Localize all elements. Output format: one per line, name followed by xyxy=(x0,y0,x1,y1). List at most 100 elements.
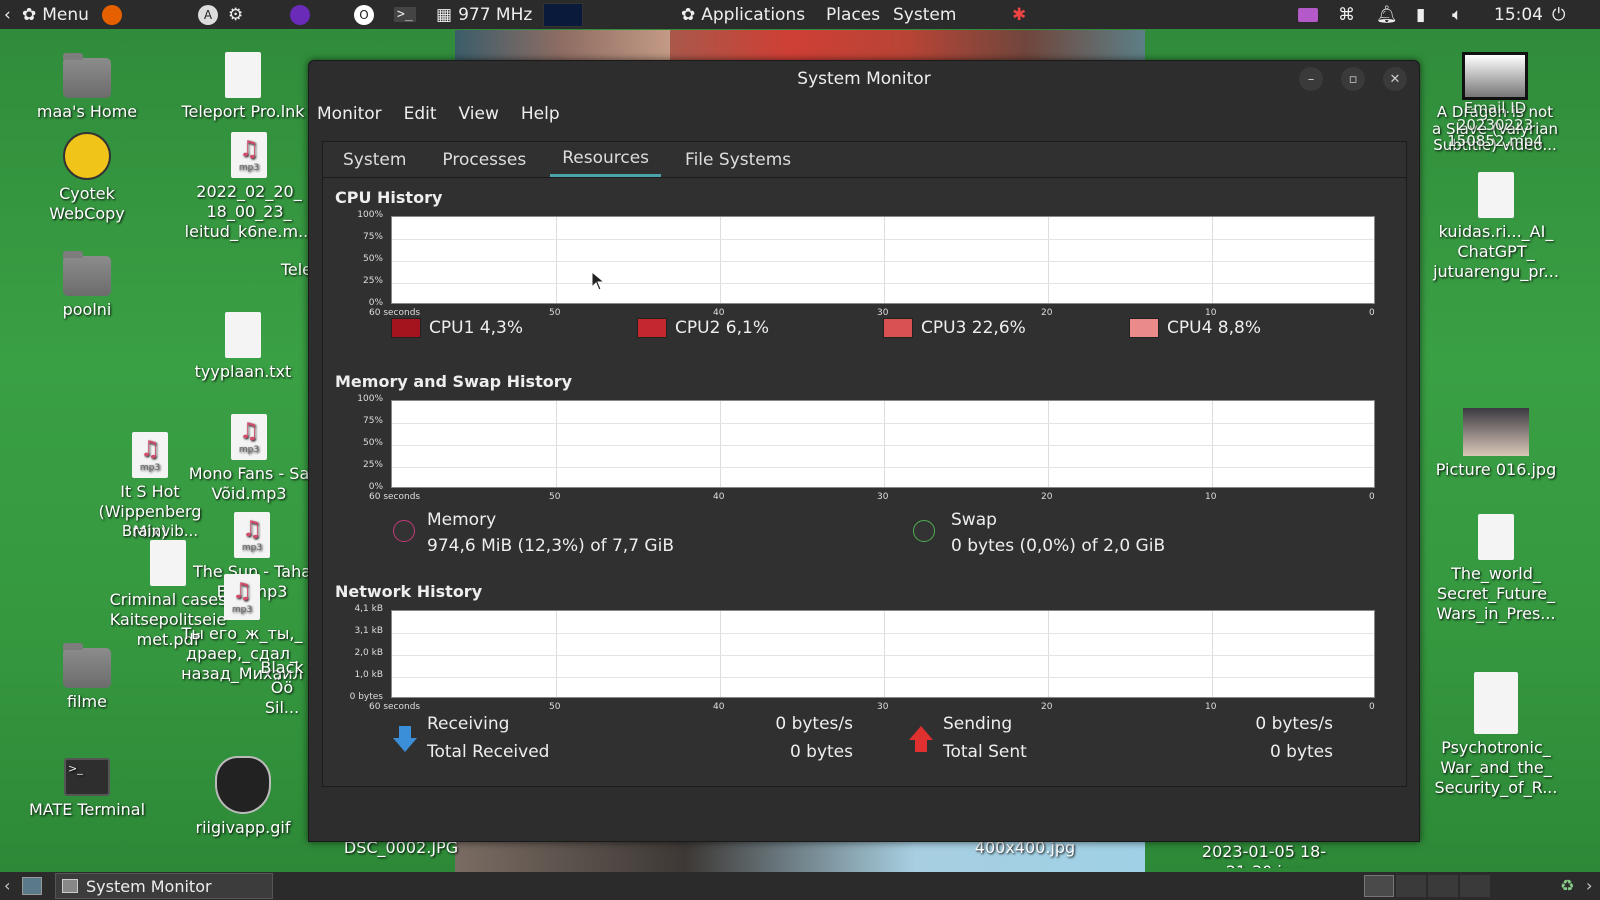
workspace-2[interactable] xyxy=(1396,875,1426,897)
cpu-legend: CPU1 4,3% CPU2 6,1% CPU3 22,6% CPU4 8,8% xyxy=(391,318,1375,338)
panel-left-arrow[interactable]: ‹ xyxy=(4,0,11,29)
network-gridline-vertical xyxy=(556,611,557,697)
cpu-gridline-vertical xyxy=(1212,217,1213,303)
menu-help[interactable]: Help xyxy=(521,104,560,124)
cpu4-color-swatch[interactable] xyxy=(1129,318,1159,338)
network-applet[interactable]: ⌘ xyxy=(1338,0,1355,29)
opera-launcher[interactable]: O xyxy=(354,0,374,29)
desktop-icon-terminal[interactable]: >_ MATE Terminal xyxy=(22,752,152,820)
file-icon xyxy=(225,52,261,98)
sending-arrow-icon[interactable] xyxy=(909,726,933,752)
desktop-icon-label: Cyotek WebCopy xyxy=(49,184,125,223)
taskbar-system-monitor[interactable]: System Monitor xyxy=(55,873,273,899)
power-icon: ⏻ xyxy=(1552,4,1566,25)
desktop-icon-label: The_world_ Secret_Future_ Wars_in_Pres..… xyxy=(1436,564,1556,623)
desktop-icon-tele-partial[interactable]: Tele xyxy=(232,260,312,280)
minimize-icon: – xyxy=(1307,71,1315,87)
desktop-icon-world-secret[interactable]: The_world_ Secret_Future_ Wars_in_Pres..… xyxy=(1426,514,1566,624)
network-gridline-vertical xyxy=(1212,611,1213,697)
redshift-applet[interactable]: ✱ xyxy=(1012,0,1026,29)
settings-launcher[interactable]: ⚙ xyxy=(228,0,243,29)
desktop-icon-black-partial[interactable]: Black Öö Sil... xyxy=(252,658,312,718)
show-desktop-icon[interactable] xyxy=(22,877,42,895)
bell-icon: 🔔︎ xyxy=(1376,4,1398,25)
desktop-icon-date-img[interactable]: 2023-01-05 18-21-30.jpg xyxy=(1194,842,1334,868)
menu-view[interactable]: View xyxy=(459,104,499,124)
workspace-4[interactable] xyxy=(1460,875,1490,897)
clock[interactable]: 15:04 xyxy=(1494,0,1543,29)
firefox-launcher[interactable] xyxy=(102,0,122,29)
receiving-arrow-icon[interactable] xyxy=(393,726,417,752)
terminal-icon: >_ xyxy=(394,7,416,22)
menu-edit[interactable]: Edit xyxy=(404,104,437,124)
music-file-icon: ♫ mp3 xyxy=(231,414,267,460)
video-thumbnail-icon xyxy=(1462,52,1528,100)
tab-processes[interactable]: Processes xyxy=(430,142,538,177)
desktop-icon-filme[interactable]: filme xyxy=(22,642,152,712)
cpu-frequency-applet[interactable]: ▦ 977 MHz xyxy=(436,0,532,29)
tray-app[interactable] xyxy=(1298,0,1318,29)
memory-x-tick-label: 60 seconds xyxy=(369,492,421,502)
places-menu[interactable]: Places xyxy=(826,0,880,29)
cpu3-color-swatch[interactable] xyxy=(883,318,913,338)
menu-button[interactable]: ✿ Menu xyxy=(22,0,89,29)
minimize-button[interactable]: – xyxy=(1299,67,1323,91)
window-titlebar[interactable]: System Monitor – ▫ ✕ xyxy=(309,61,1419,97)
desktop-icon-kuidas[interactable]: kuidas.ri..._AI_ ChatGPT_ jutuarengu_pr.… xyxy=(1426,172,1566,282)
cpu-x-tick-label: 40 xyxy=(713,308,725,318)
chip-icon: ▦ xyxy=(436,4,453,25)
volume-applet[interactable]: 🔈︎ xyxy=(1452,0,1462,29)
maximize-icon: ▫ xyxy=(1348,71,1358,87)
podcast-launcher[interactable] xyxy=(290,0,310,29)
memory-y-tick-label: 100% xyxy=(357,394,383,404)
desktop-icon-tyyplaan[interactable]: tyyplaan.txt xyxy=(178,312,308,382)
panel-right-arrow[interactable]: › xyxy=(1586,876,1592,895)
desktop-icon-picture016[interactable]: Picture 016.jpg xyxy=(1426,408,1566,480)
tab-file-systems[interactable]: File Systems xyxy=(673,142,803,177)
desktop-icon-poolni[interactable]: poolni xyxy=(22,250,152,320)
menu-monitor[interactable]: Monitor xyxy=(317,104,382,124)
network-y-tick-label: 2,0 kB xyxy=(354,648,383,658)
cpu2-color-swatch[interactable] xyxy=(637,318,667,338)
desktop-icon-label: Email.ID 20230223 150852.mp4 xyxy=(1447,99,1543,150)
receiving-value: 0 bytes/s xyxy=(775,714,853,734)
desktop-icon-riigivapp[interactable]: riigivapp.gif xyxy=(178,756,308,838)
notifications-applet[interactable]: 🔔︎ xyxy=(1376,0,1398,29)
desktop-icon-mp3-2022[interactable]: ♫ mp3 2022_02_20_ 18_00_23_ leitud_k6ne.m… xyxy=(178,132,320,242)
file-icon xyxy=(1478,172,1514,218)
workspace-1[interactable] xyxy=(1364,875,1394,897)
desktop-icon-psychotronic[interactable]: Psychotronic_ War_and_the_ Security_of_R… xyxy=(1426,672,1566,798)
cyotek-icon xyxy=(63,132,111,180)
close-button[interactable]: ✕ xyxy=(1383,67,1407,91)
image-thumbnail-icon xyxy=(1463,408,1529,456)
network-y-tick-label: 0 bytes xyxy=(349,692,383,702)
terminal-launcher[interactable]: >_ xyxy=(394,0,416,29)
memory-color-pie[interactable] xyxy=(393,520,415,542)
power-button[interactable]: ⏻ xyxy=(1552,0,1565,29)
system-menu[interactable]: System xyxy=(893,0,956,29)
applications-menu[interactable]: ✿ Applications xyxy=(681,0,805,29)
tab-resources[interactable]: Resources xyxy=(550,142,662,177)
maximize-button[interactable]: ▫ xyxy=(1341,67,1365,91)
workspace-3[interactable] xyxy=(1428,875,1458,897)
desktop-icon-cyotek[interactable]: Cyotek WebCopy xyxy=(22,132,152,224)
battery-applet[interactable]: ▮ xyxy=(1416,0,1425,29)
swap-color-pie[interactable] xyxy=(913,520,935,542)
desktop-icon-mono-fans[interactable]: ♫ mp3 Mono Fans - Sa Võid.mp3 xyxy=(178,414,320,504)
accessibility-launcher[interactable]: A xyxy=(198,0,218,29)
cpu-gridline-vertical xyxy=(720,217,721,303)
trash-icon[interactable]: ♻ xyxy=(1560,876,1574,895)
cpu-x-tick-label: 50 xyxy=(549,308,561,318)
system-load-applet[interactable] xyxy=(543,0,583,29)
desktop-icon-home[interactable]: maa's Home xyxy=(22,52,152,122)
tab-system[interactable]: System xyxy=(331,142,418,177)
cpu-x-tick-label: 20 xyxy=(1041,308,1053,318)
applications-label: Applications xyxy=(701,4,806,25)
cpu-gridline-vertical xyxy=(884,217,885,303)
cpu1-color-swatch[interactable] xyxy=(391,318,421,338)
panel-left-arrow[interactable]: ‹ xyxy=(4,876,10,895)
desktop-icon-teleport[interactable]: Teleport Pro.lnk xyxy=(178,52,308,122)
cpu-x-tick-label: 10 xyxy=(1205,308,1217,318)
system-monitor-icon xyxy=(62,879,78,893)
desktop-icon-email[interactable]: Email.ID 20230223 150852.mp4 xyxy=(1430,100,1560,150)
